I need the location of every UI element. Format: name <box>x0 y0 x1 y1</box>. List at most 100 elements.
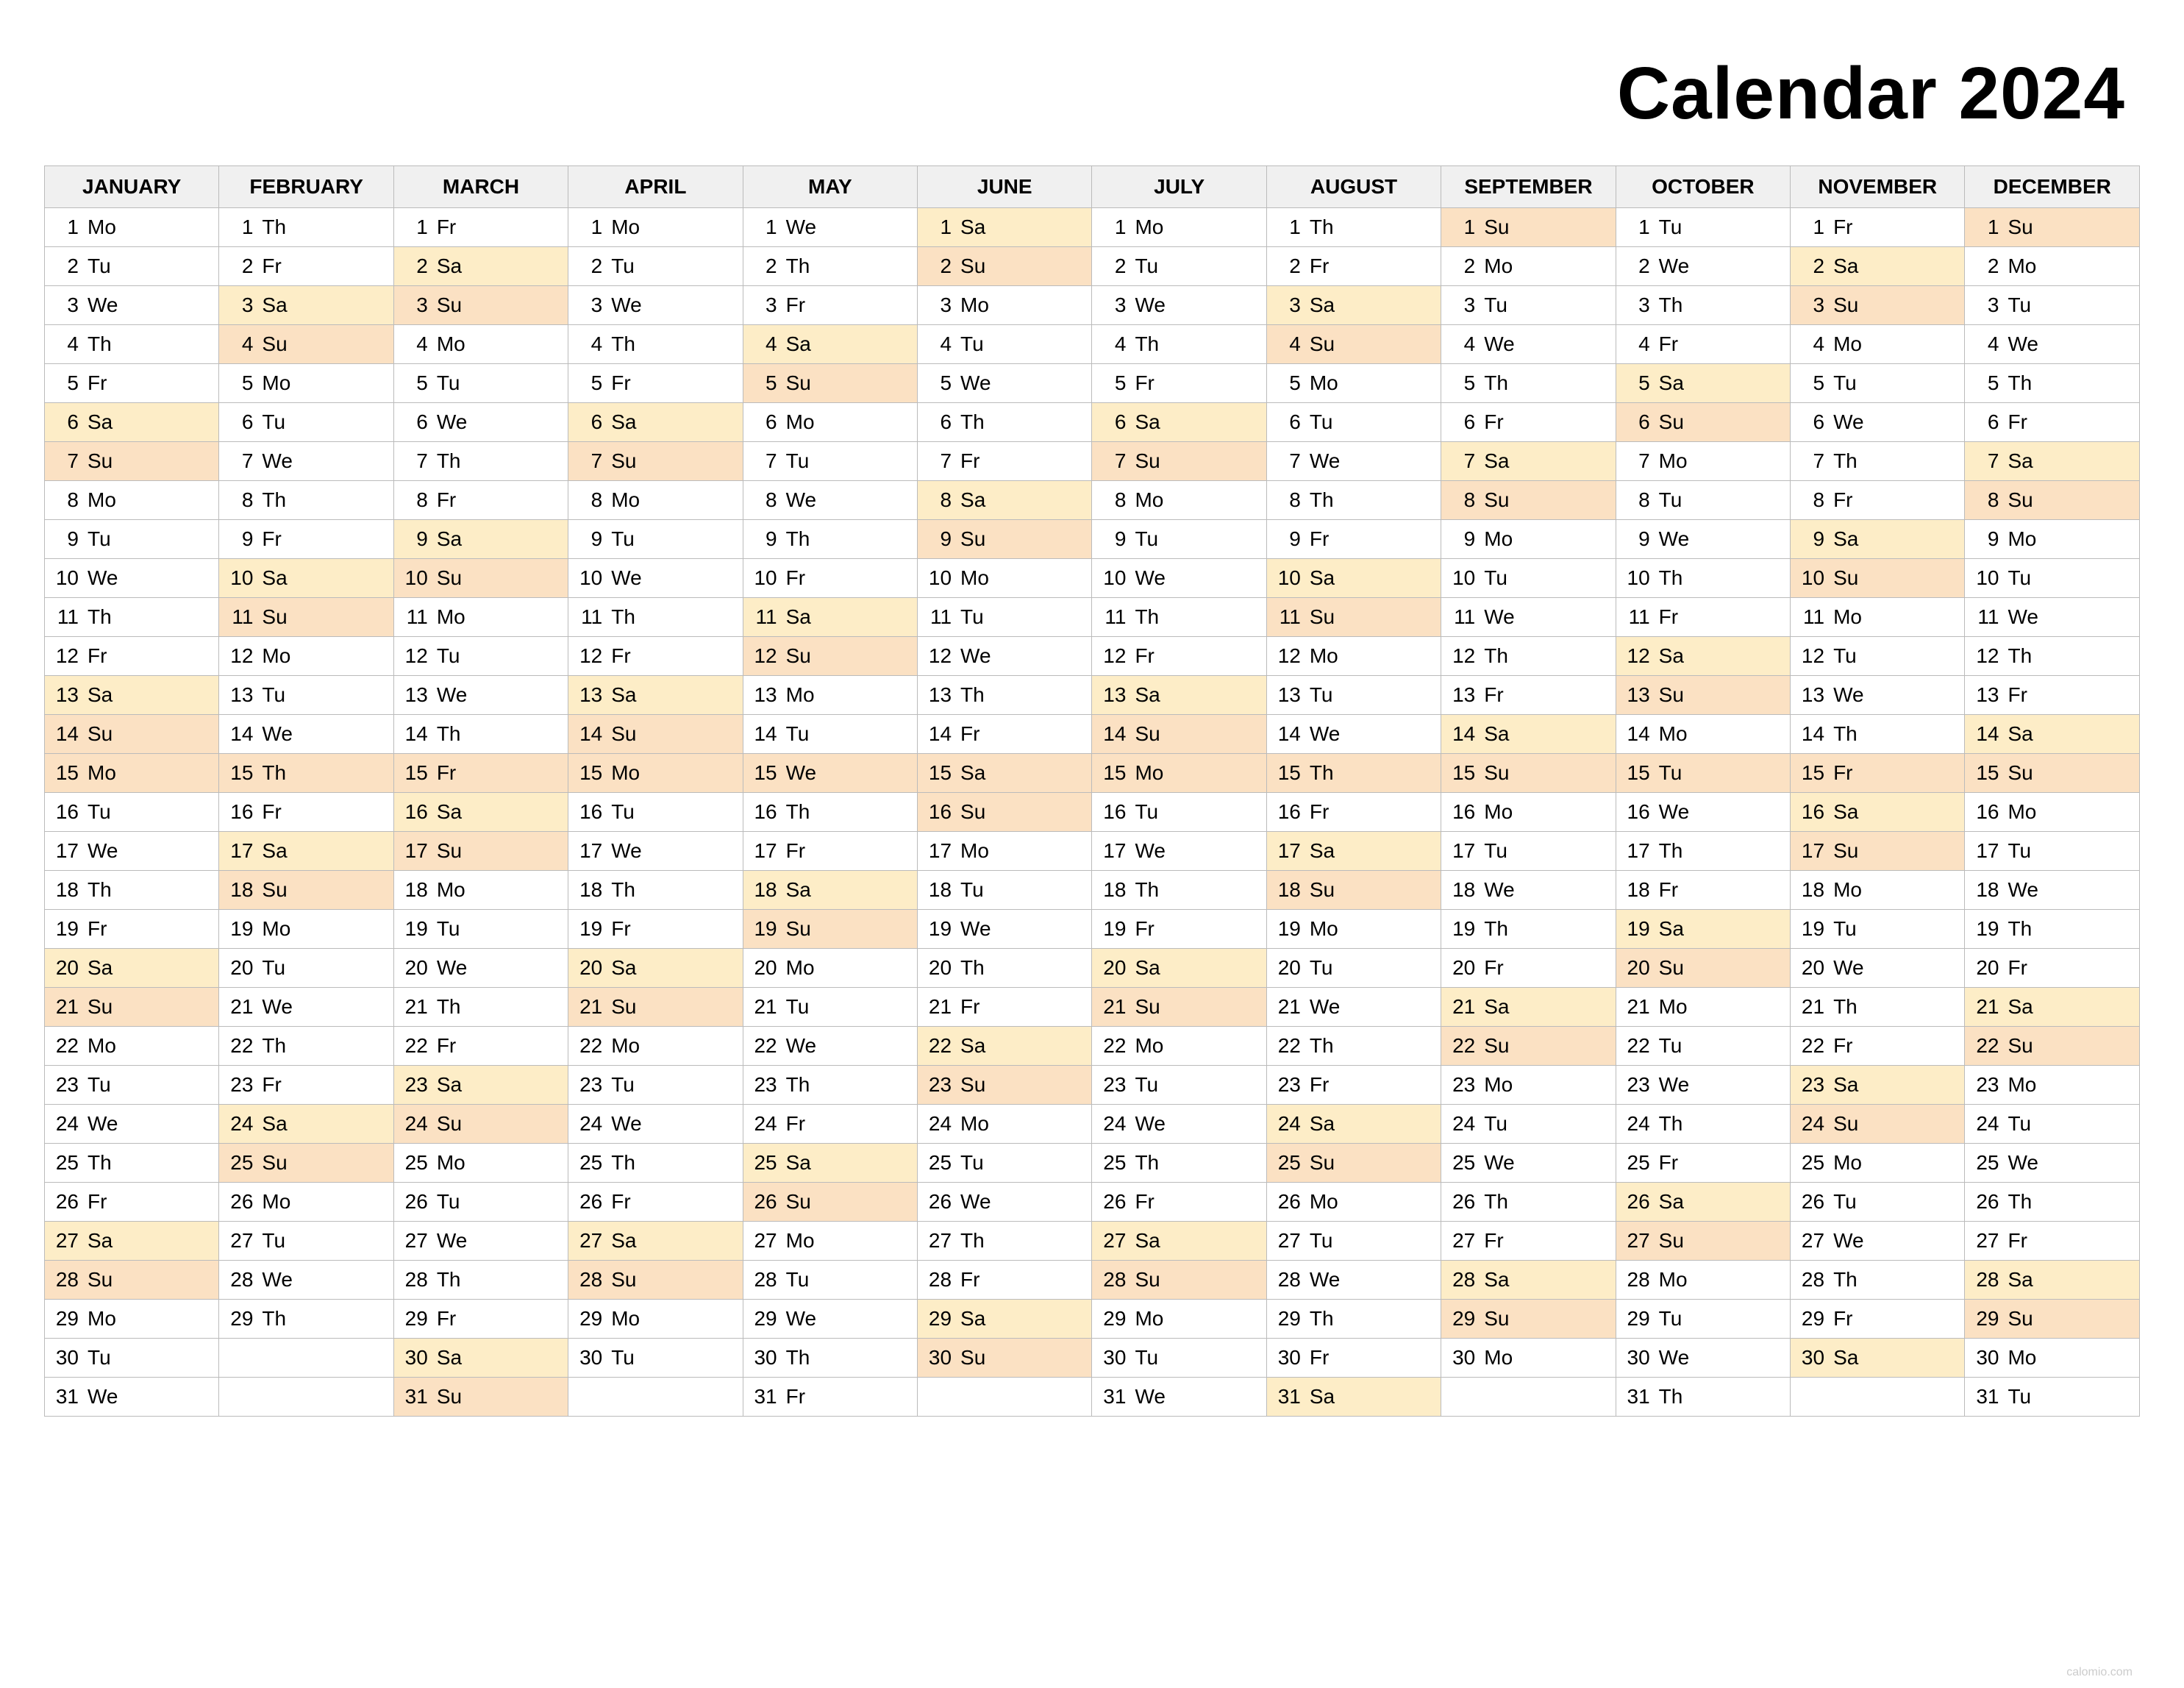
day-number: 24 <box>925 1112 952 1136</box>
day-cell: 9Fr <box>219 520 393 559</box>
day-of-week: Sa <box>1659 917 1684 941</box>
day-cell: 11Su <box>219 598 393 637</box>
day-of-week: Fr <box>437 1307 456 1331</box>
day-cell: 6Fr <box>1965 403 2140 442</box>
day-of-week: We <box>437 1229 468 1253</box>
day-cell: 4Tu <box>918 325 1092 364</box>
day-number: 23 <box>1099 1073 1126 1097</box>
day-cell: 12Fr <box>1092 637 1266 676</box>
day-of-week: Mo <box>611 761 640 785</box>
day-cell: 12Mo <box>1266 637 1441 676</box>
day-number: 16 <box>751 800 777 824</box>
day-of-week: Tu <box>262 956 285 980</box>
day-number: 28 <box>226 1268 253 1292</box>
day-cell: 3We <box>45 286 219 325</box>
day-cell: 21Fr <box>918 988 1092 1027</box>
day-of-week: Sa <box>437 1346 462 1370</box>
day-number: 5 <box>1449 371 1475 395</box>
day-number: 3 <box>1449 293 1475 317</box>
day-number: 7 <box>576 449 602 473</box>
day-cell: 18Su <box>219 871 393 910</box>
day-number: 4 <box>1798 332 1824 356</box>
day-cell: 3Tu <box>1965 286 2140 325</box>
day-cell: 26Su <box>743 1183 917 1222</box>
day-of-week: Tu <box>1484 839 1507 863</box>
day-cell: 22We <box>743 1027 917 1066</box>
day-number: 24 <box>576 1112 602 1136</box>
day-number: 22 <box>1972 1034 1999 1058</box>
month-header: MARCH <box>393 166 568 208</box>
day-of-week: Th <box>262 1307 286 1331</box>
day-cell: 20Fr <box>1441 949 1616 988</box>
day-number: 9 <box>402 527 428 551</box>
day-number: 25 <box>1972 1151 1999 1175</box>
day-cell: 14Fr <box>918 715 1092 754</box>
day-of-week: Th <box>611 332 635 356</box>
day-number: 12 <box>52 644 79 668</box>
day-cell: 12Fr <box>45 637 219 676</box>
day-of-week: We <box>88 293 118 317</box>
day-cell: 6Th <box>918 403 1092 442</box>
day-number: 15 <box>1099 761 1126 785</box>
day-of-week: Sa <box>1135 956 1160 980</box>
day-cell: 30Th <box>743 1339 917 1378</box>
day-cell: 2Fr <box>1266 247 1441 286</box>
day-number: 25 <box>1798 1151 1824 1175</box>
day-cell: 20Su <box>1616 949 1790 988</box>
day-of-week: Mo <box>1135 1307 1163 1331</box>
day-cell: 24Tu <box>1441 1105 1616 1144</box>
day-number: 31 <box>52 1385 79 1409</box>
day-of-week: Su <box>437 1112 462 1136</box>
day-cell: 17Sa <box>1266 832 1441 871</box>
day-cell: 7We <box>219 442 393 481</box>
day-number: 13 <box>1099 683 1126 707</box>
day-of-week: Su <box>1310 605 1335 629</box>
day-number: 7 <box>925 449 952 473</box>
day-number: 9 <box>1449 527 1475 551</box>
day-cell: 8Su <box>1965 481 2140 520</box>
day-cell: 5Fr <box>1092 364 1266 403</box>
day-of-week: Mo <box>960 1112 989 1136</box>
day-of-week: Su <box>2008 1307 2033 1331</box>
day-of-week: Fr <box>437 1034 456 1058</box>
day-of-week: Th <box>960 410 985 434</box>
day-number: 5 <box>52 371 79 395</box>
day-cell: 4We <box>1965 325 2140 364</box>
day-cell: 22Fr <box>1791 1027 1965 1066</box>
day-cell: 8Sa <box>918 481 1092 520</box>
day-number: 1 <box>1449 216 1475 239</box>
day-number: 25 <box>52 1151 79 1175</box>
day-cell: 31Th <box>1616 1378 1790 1417</box>
day-number: 21 <box>751 995 777 1019</box>
day-number: 12 <box>576 644 602 668</box>
day-number: 25 <box>925 1151 952 1175</box>
day-of-week: Th <box>2008 917 2032 941</box>
day-of-week: Tu <box>437 371 460 395</box>
day-number: 23 <box>1972 1073 1999 1097</box>
day-number: 18 <box>1798 878 1824 902</box>
day-number: 20 <box>1099 956 1126 980</box>
day-cell: 9Sa <box>393 520 568 559</box>
day-of-week: Th <box>1833 722 1858 746</box>
day-cell: 20We <box>393 949 568 988</box>
day-of-week: We <box>960 917 991 941</box>
day-of-week: Su <box>262 878 287 902</box>
day-of-week: We <box>437 410 468 434</box>
day-of-week: Su <box>437 293 462 317</box>
day-cell: 10Tu <box>1441 559 1616 598</box>
day-of-week: Sa <box>1135 1229 1160 1253</box>
day-of-week: Su <box>88 1268 113 1292</box>
day-cell: 26Mo <box>219 1183 393 1222</box>
month-header: MAY <box>743 166 917 208</box>
day-number: 8 <box>576 488 602 512</box>
day-cell: 25Tu <box>918 1144 1092 1183</box>
day-of-week: Mo <box>1833 878 1862 902</box>
day-cell: 14Su <box>568 715 743 754</box>
day-of-week: Fr <box>960 449 979 473</box>
day-cell: 4Su <box>219 325 393 364</box>
month-header: FEBRUARY <box>219 166 393 208</box>
day-number: 22 <box>1099 1034 1126 1058</box>
day-cell: 13Fr <box>1441 676 1616 715</box>
day-of-week: Th <box>2008 371 2032 395</box>
day-of-week: Su <box>960 1346 985 1370</box>
